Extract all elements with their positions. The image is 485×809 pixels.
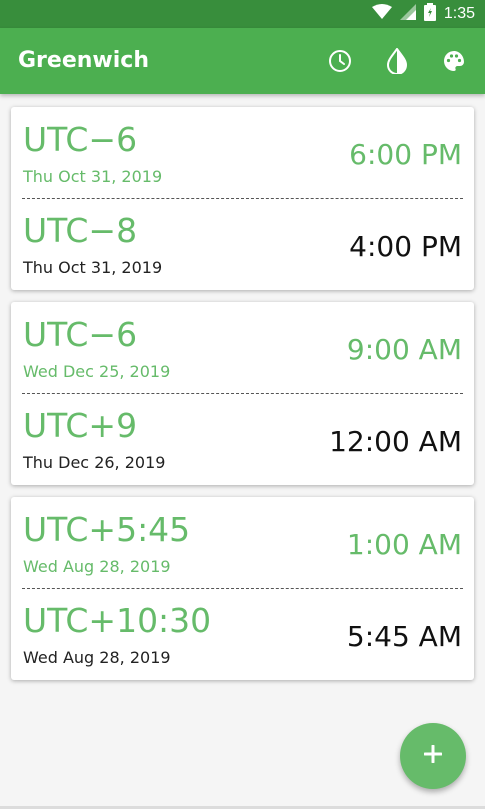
time-label[interactable]: 9:00 AM (347, 333, 462, 366)
source-zone-row[interactable]: UTC+5:45 Wed Aug 28, 2019 1:00 AM (11, 497, 474, 585)
utc-offset: UTC+5:45 (23, 510, 191, 549)
utc-offset: UTC+10:30 (23, 601, 212, 640)
status-bar: 1:35 (0, 0, 485, 28)
signal-icon (399, 4, 416, 24)
status-time: 1:35 (443, 5, 475, 22)
status-icons: 1:35 (371, 0, 475, 28)
plus-icon (423, 744, 443, 767)
contrast-icon[interactable] (384, 48, 410, 74)
conversion-card[interactable]: UTC−6 Thu Oct 31, 2019 6:00 PM UTC−8 Thu… (11, 107, 474, 290)
date-label: Thu Oct 31, 2019 (23, 167, 163, 186)
conversion-card[interactable]: UTC−6 Wed Dec 25, 2019 9:00 AM UTC+9 Thu… (11, 302, 474, 485)
utc-offset: UTC−6 (23, 315, 138, 354)
app-actions (327, 28, 467, 94)
date-label: Thu Oct 31, 2019 (23, 258, 163, 277)
target-zone-row[interactable]: UTC+9 Thu Dec 26, 2019 12:00 AM (11, 394, 474, 482)
time-label: 4:00 PM (349, 230, 462, 263)
date-label: Thu Dec 26, 2019 (23, 453, 166, 472)
app-title: Greenwich (18, 48, 149, 73)
palette-icon[interactable] (441, 48, 467, 74)
wifi-icon (371, 4, 392, 24)
target-zone-row[interactable]: UTC−8 Thu Oct 31, 2019 4:00 PM (11, 199, 474, 287)
app-bar: Greenwich (0, 28, 485, 94)
date-label: Wed Aug 28, 2019 (23, 557, 171, 576)
clock-icon[interactable] (327, 48, 353, 74)
date-label: Wed Aug 28, 2019 (23, 648, 171, 667)
utc-offset: UTC−8 (23, 211, 138, 250)
add-button[interactable] (400, 723, 466, 789)
utc-offset: UTC+9 (23, 406, 138, 445)
source-zone-row[interactable]: UTC−6 Wed Dec 25, 2019 9:00 AM (11, 302, 474, 390)
battery-icon (423, 3, 436, 25)
time-label: 5:45 AM (346, 620, 462, 653)
conversion-card[interactable]: UTC+5:45 Wed Aug 28, 2019 1:00 AM UTC+10… (11, 497, 474, 680)
time-label: 12:00 AM (329, 425, 462, 458)
date-label: Wed Dec 25, 2019 (23, 362, 171, 381)
target-zone-row[interactable]: UTC+10:30 Wed Aug 28, 2019 5:45 AM (11, 589, 474, 677)
time-label[interactable]: 6:00 PM (349, 138, 462, 171)
source-zone-row[interactable]: UTC−6 Thu Oct 31, 2019 6:00 PM (11, 107, 474, 195)
time-label[interactable]: 1:00 AM (347, 528, 462, 561)
utc-offset: UTC−6 (23, 120, 138, 159)
